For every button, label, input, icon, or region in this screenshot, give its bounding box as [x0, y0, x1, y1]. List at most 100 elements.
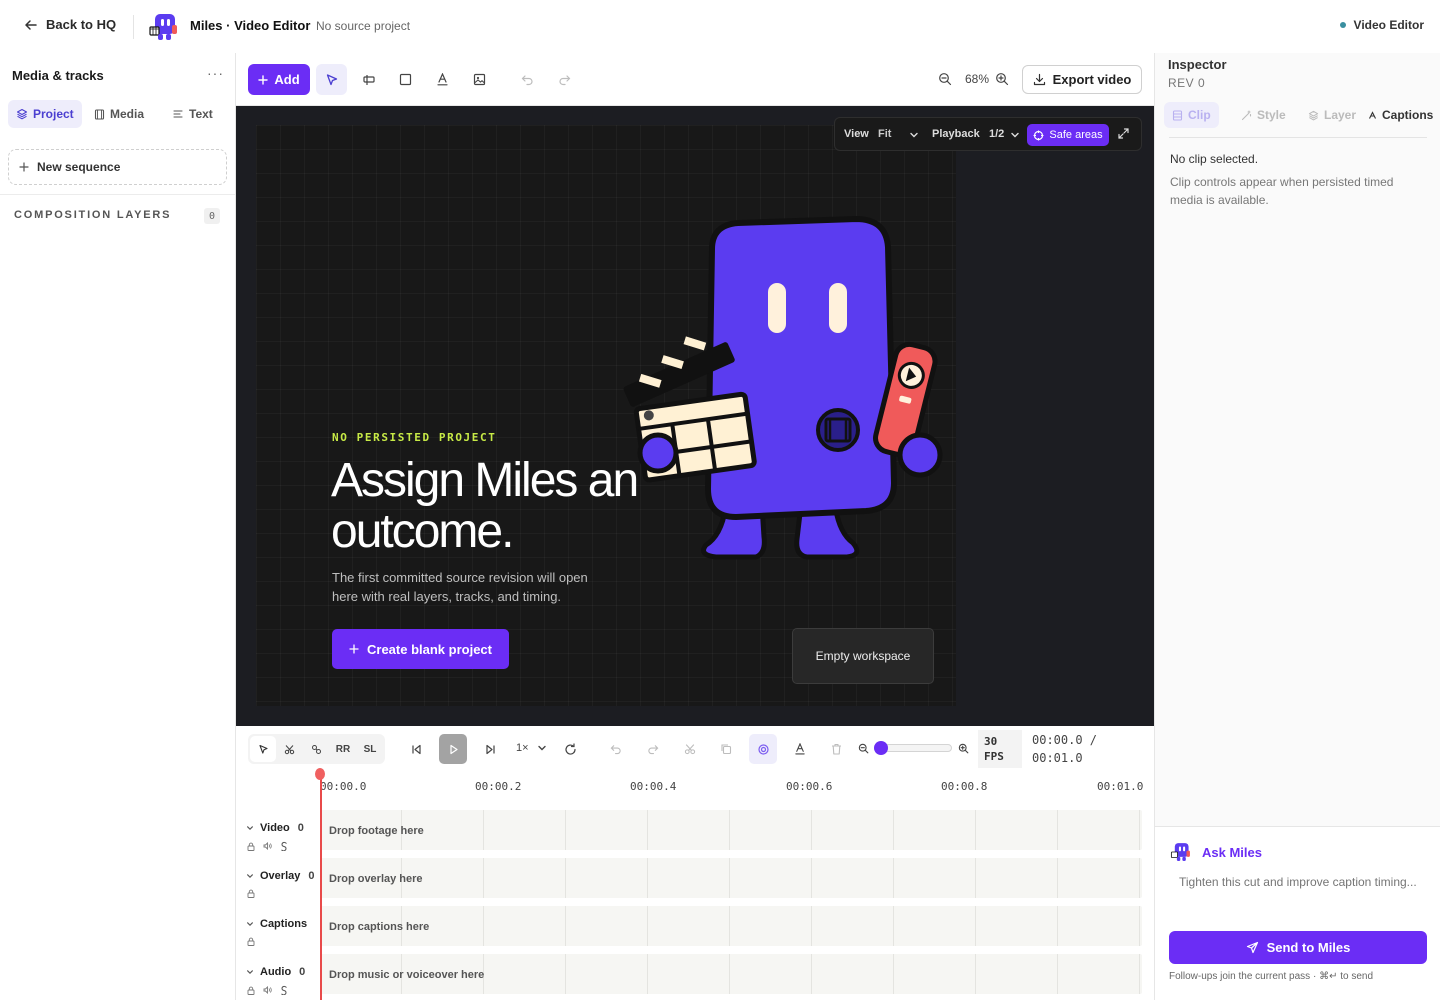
slip-tool[interactable]: SL: [357, 734, 383, 764]
playback-speed-select[interactable]: 1×: [516, 742, 547, 754]
export-video-button[interactable]: Export video: [1022, 65, 1142, 94]
preview-stage: NO PERSISTED PROJECT Assign Miles an out…: [236, 106, 1154, 726]
cursor-icon: [326, 73, 337, 85]
hero-eyebrow: NO PERSISTED PROJECT: [332, 431, 497, 444]
track-lane-overlay[interactable]: Drop overlay here: [320, 858, 1142, 898]
composition-canvas[interactable]: NO PERSISTED PROJECT Assign Miles an out…: [256, 125, 956, 706]
ruler-tick: 00:01.0: [1097, 780, 1144, 793]
ask-miles-input[interactable]: [1169, 869, 1429, 919]
tab-layer[interactable]: Layer: [1300, 102, 1364, 128]
track-lane-video[interactable]: Drop footage here: [320, 810, 1142, 850]
split-clip-button[interactable]: [676, 734, 704, 764]
timeline-zoom-slider[interactable]: [874, 741, 952, 755]
track-lane-captions[interactable]: Drop captions here: [320, 906, 1142, 946]
tab-style-label: Style: [1257, 108, 1286, 122]
image-tool-button[interactable]: [464, 64, 495, 95]
speaker-icon[interactable]: [263, 986, 272, 994]
delete-clip-button[interactable]: [822, 734, 850, 764]
more-options-button[interactable]: ···: [207, 65, 224, 81]
lock-icon[interactable]: [247, 889, 255, 898]
create-blank-project-label: Create blank project: [367, 641, 492, 657]
chevron-down-icon[interactable]: [246, 920, 254, 928]
snap-toggle[interactable]: [749, 734, 777, 764]
trim-tool-button[interactable]: [353, 64, 384, 95]
trim-icon: [362, 74, 375, 85]
playhead-handle[interactable]: [315, 768, 325, 780]
square-icon: [399, 73, 412, 86]
mode-label: Video Editor: [1353, 18, 1424, 32]
redo-button[interactable]: [549, 64, 580, 95]
chevron-down-icon[interactable]: [246, 824, 254, 832]
timecode-total: 00:01.0: [1032, 751, 1083, 765]
mode-indicator: Video Editor: [1339, 18, 1424, 32]
solo-icon[interactable]: [280, 985, 288, 995]
new-sequence-button[interactable]: New sequence: [8, 149, 227, 185]
hero-heading: Assign Miles an outcome.: [331, 454, 639, 558]
zoom-in-icon[interactable]: [995, 72, 1009, 86]
top-bar: Back to HQ Miles · Video Editor No sourc…: [0, 0, 1440, 53]
tab-style[interactable]: Style: [1233, 102, 1294, 128]
zoom-in-icon[interactable]: [958, 743, 969, 754]
zoom-out-icon[interactable]: [858, 743, 869, 754]
chevron-down-icon[interactable]: [1010, 130, 1020, 140]
timeline-redo-button[interactable]: [639, 734, 667, 764]
text-style-button[interactable]: [786, 734, 814, 764]
loop-button[interactable]: [556, 734, 584, 764]
tab-project[interactable]: Project: [8, 100, 82, 128]
lock-icon[interactable]: [247, 986, 255, 995]
empty-state-description: Clip controls appear when persisted time…: [1170, 175, 1394, 207]
timeline-undo-button[interactable]: [602, 734, 630, 764]
ripple-tool[interactable]: RR: [330, 734, 356, 764]
send-icon: [1246, 941, 1258, 954]
chevron-down-icon[interactable]: [246, 872, 254, 880]
cursor-icon: [258, 744, 268, 754]
playback-speed-value: 1×: [516, 742, 529, 754]
back-label: Back to HQ: [46, 17, 117, 32]
zoom-out-icon[interactable]: [938, 72, 952, 86]
play-button[interactable]: [439, 734, 467, 764]
ruler-tick: 00:00.4: [630, 780, 677, 793]
new-sequence-label: New sequence: [37, 160, 121, 174]
playhead[interactable]: [315, 768, 325, 1000]
zoom-slider-thumb[interactable]: [874, 741, 888, 755]
tab-captions[interactable]: Captions: [1360, 102, 1440, 128]
chevron-down-icon[interactable]: [246, 968, 254, 976]
create-blank-project-button[interactable]: Create blank project: [332, 629, 509, 669]
tab-project-label: Project: [33, 107, 74, 121]
track-lane-audio[interactable]: Drop music or voiceover here: [320, 954, 1142, 994]
select-tool-button[interactable]: [316, 64, 347, 95]
skip-end-button[interactable]: [476, 734, 504, 764]
back-to-hq-link[interactable]: Back to HQ: [24, 17, 116, 32]
expand-icon[interactable]: [1118, 128, 1129, 139]
link-tool[interactable]: [303, 734, 329, 764]
timeline-panel: RR SL 1× 30 FPS 00:00.0 / 00:01.0 00:00.…: [236, 726, 1154, 1000]
send-to-miles-button[interactable]: Send to Miles: [1169, 931, 1427, 964]
miles-mascot-illustration: [623, 215, 943, 560]
duplicate-clip-button[interactable]: [712, 734, 740, 764]
download-icon: [1033, 73, 1045, 86]
chevron-down-icon[interactable]: [909, 130, 919, 140]
text-tool-button[interactable]: [427, 64, 458, 95]
add-button[interactable]: Add: [248, 64, 310, 95]
timeline-select-tool[interactable]: [250, 736, 276, 762]
rectangle-tool-button[interactable]: [390, 64, 421, 95]
drop-zone-label: Drop music or voiceover here: [329, 969, 485, 981]
solo-icon[interactable]: [280, 841, 288, 851]
tab-media[interactable]: Media: [86, 100, 152, 128]
lock-icon[interactable]: [247, 842, 255, 851]
lock-icon[interactable]: [247, 937, 255, 946]
track-header-captions: Captions: [236, 910, 320, 954]
razor-tool[interactable]: [276, 734, 302, 764]
skip-start-button[interactable]: [402, 734, 430, 764]
inspector-panel: Inspector REV 0 Clip Style Layer Caption…: [1154, 53, 1440, 1000]
tab-clip[interactable]: Clip: [1164, 102, 1219, 128]
time-ruler[interactable]: 00:00.0 00:00.2 00:00.4 00:00.6 00:00.8 …: [320, 778, 1144, 798]
speaker-icon[interactable]: [263, 842, 272, 850]
safe-areas-label: Safe areas: [1049, 129, 1103, 141]
plus-icon: [19, 162, 29, 172]
view-fit-select[interactable]: Fit: [878, 128, 891, 140]
undo-button[interactable]: [512, 64, 543, 95]
tab-text[interactable]: Text: [164, 100, 221, 128]
playback-resolution-select[interactable]: 1/2: [989, 128, 1004, 140]
safe-areas-toggle[interactable]: Safe areas: [1027, 124, 1109, 146]
